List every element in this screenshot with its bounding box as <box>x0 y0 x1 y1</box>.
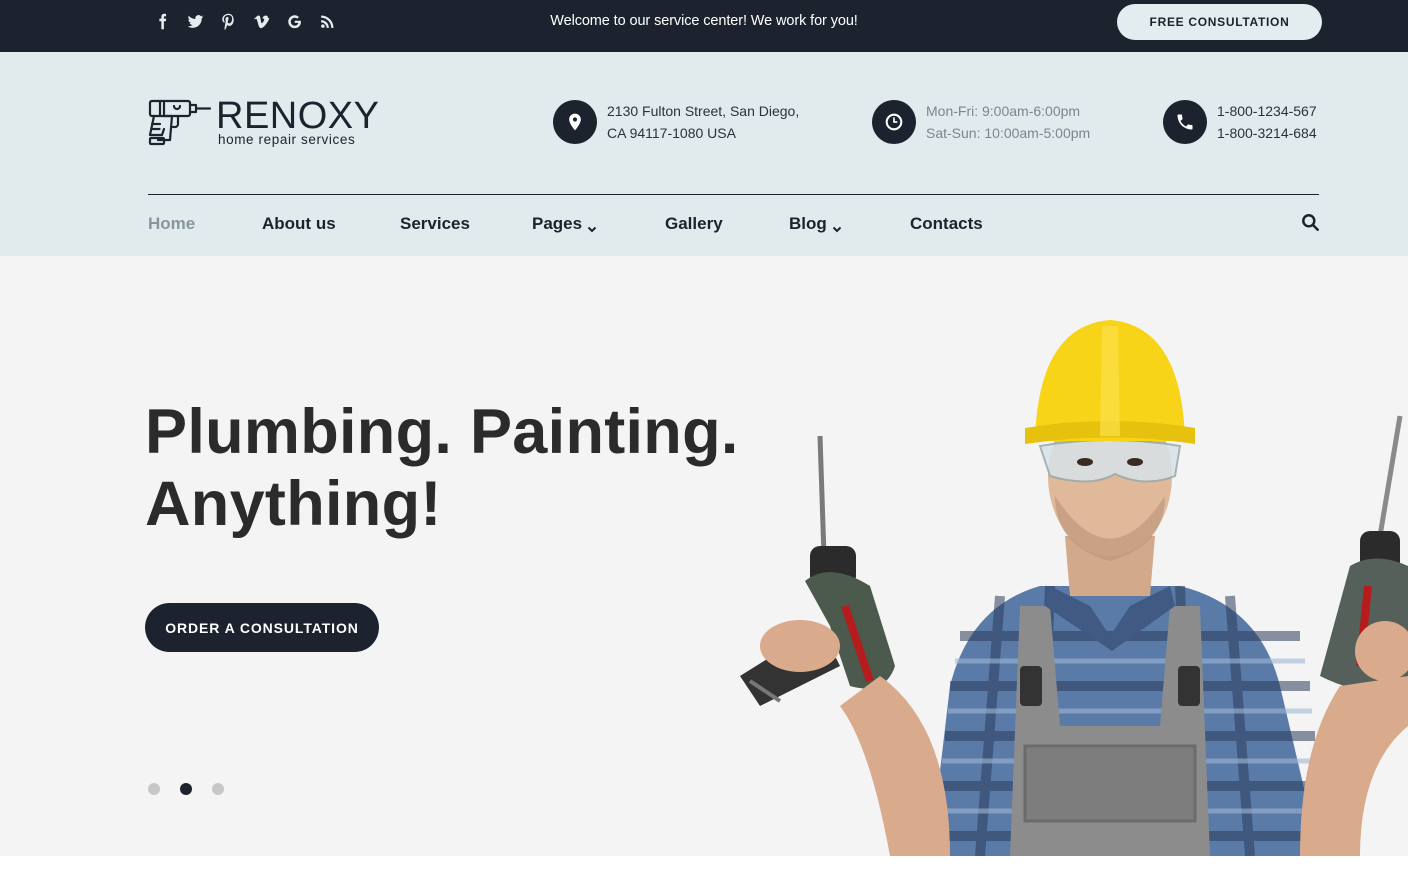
site-header: RENOXY home repair services 2130 Fulton … <box>0 52 1408 256</box>
nav-item-label: Home <box>148 214 196 233</box>
slider-dots <box>148 783 224 795</box>
order-consultation-button[interactable]: ORDER A CONSULTATION <box>145 603 379 652</box>
address-block: 2130 Fulton Street, San Diego, CA 94117-… <box>553 100 799 144</box>
address-line-1: 2130 Fulton Street, San Diego, <box>607 103 800 119</box>
worker-with-drills-image <box>740 320 1408 856</box>
slider-dot-2[interactable] <box>180 783 192 795</box>
nav-item-gallery[interactable]: Gallery <box>665 212 789 236</box>
logo-name: RENOXY <box>216 95 380 137</box>
hero-slider: Plumbing. Painting. Anything! ORDER A CO… <box>0 256 1408 856</box>
phone-number-2[interactable]: 1-800-3214-684 <box>1217 122 1317 144</box>
nav-item-services[interactable]: Services <box>400 212 532 236</box>
search-icon[interactable] <box>1301 213 1321 233</box>
nav-item-label: Gallery <box>665 214 723 233</box>
top-bar: Welcome to our service center! We work f… <box>0 0 1408 52</box>
logo-tagline: home repair services <box>218 132 356 147</box>
main-nav: Home About us Services Pages Gallery Blo… <box>148 212 1010 236</box>
nav-item-about-us[interactable]: About us <box>262 212 400 236</box>
nav-item-label: Services <box>400 214 470 233</box>
nav-item-label: Blog <box>789 214 827 233</box>
nav-item-label: Contacts <box>910 214 983 233</box>
slider-dot-3[interactable] <box>212 783 224 795</box>
hero-title-line-2: Anything! <box>145 469 442 539</box>
clock-icon <box>872 100 916 144</box>
phone-icon <box>1163 100 1207 144</box>
free-consultation-button[interactable]: FREE CONSULTATION <box>1117 4 1322 40</box>
nav-item-contacts[interactable]: Contacts <box>910 212 1010 236</box>
hours-weekdays: Mon-Fri: 9:00am-6:00pm <box>926 103 1081 119</box>
location-pin-icon <box>553 100 597 144</box>
hours-block: Mon-Fri: 9:00am-6:00pm Sat-Sun: 10:00am-… <box>872 100 1090 144</box>
phone-number-1[interactable]: 1-800-1234-567 <box>1217 100 1317 122</box>
chevron-down-icon <box>832 219 842 233</box>
nav-item-blog[interactable]: Blog <box>789 212 910 236</box>
logo[interactable]: RENOXY home repair services <box>148 95 380 150</box>
address-line-2: CA 94117-1080 USA <box>607 125 736 141</box>
phone-block: 1-800-1234-567 1-800-3214-684 <box>1163 100 1317 144</box>
nav-item-label: Pages <box>532 214 583 233</box>
page-bottom-strip <box>0 856 1408 896</box>
hero-title: Plumbing. Painting. Anything! <box>145 396 785 540</box>
nav-item-pages[interactable]: Pages <box>532 212 665 236</box>
hours-weekend: Sat-Sun: 10:00am-5:00pm <box>926 125 1091 141</box>
nav-item-home[interactable]: Home <box>148 212 262 236</box>
slider-dot-1[interactable] <box>148 783 160 795</box>
header-divider <box>148 194 1319 195</box>
drill-logo-icon <box>148 99 212 146</box>
chevron-down-icon <box>587 219 597 233</box>
nav-item-label: About us <box>262 214 336 233</box>
hero-title-line-1: Plumbing. Painting. <box>145 397 739 467</box>
